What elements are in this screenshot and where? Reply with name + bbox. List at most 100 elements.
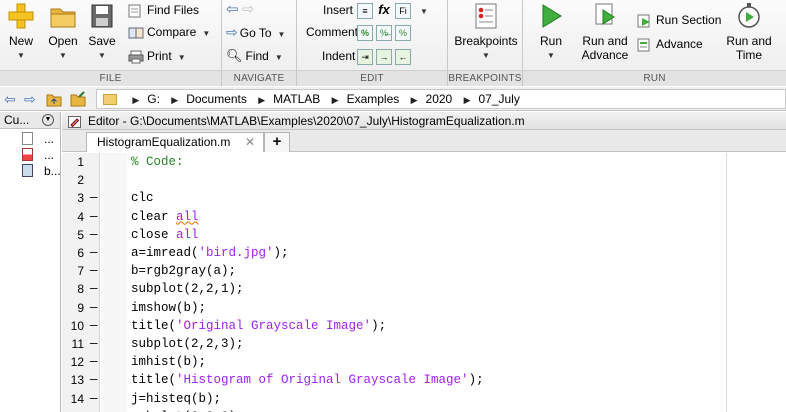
- close-icon[interactable]: ✕: [245, 133, 255, 151]
- code-token: % Code:: [131, 155, 184, 169]
- run-time-label-2: Time: [735, 48, 763, 62]
- run-section-button[interactable]: Run Section: [637, 10, 721, 30]
- breakpoint-marker[interactable]: —: [90, 390, 98, 408]
- code-line[interactable]: 11 — subplot(2,2,3);: [62, 335, 786, 353]
- breakpoints-button[interactable]: Breakpoints ▼: [454, 2, 518, 63]
- fx-icon[interactable]: fx: [376, 2, 392, 19]
- new-label: New: [8, 34, 33, 48]
- crumb-documents[interactable]: Documents: [186, 92, 247, 106]
- line-number[interactable]: 3: [62, 189, 84, 207]
- breakpoint-marker[interactable]: —: [90, 317, 98, 335]
- current-folder-title: Cu...: [4, 113, 30, 127]
- code-line[interactable]: 15 — subplot(2,2,2);: [62, 408, 786, 412]
- browse-folder-icon[interactable]: [70, 91, 86, 110]
- breakpoint-marker[interactable]: —: [90, 408, 98, 412]
- breakpoint-marker[interactable]: —: [90, 335, 98, 353]
- open-button[interactable]: Open ▼: [44, 2, 82, 63]
- find-button[interactable]: 🔍︎ Find ▼: [226, 46, 283, 66]
- breakpoint-marker[interactable]: —: [90, 226, 98, 244]
- breakpoint-marker[interactable]: —: [90, 208, 98, 226]
- percent-comment-icon[interactable]: %: [357, 24, 373, 41]
- decrease-indent-icon[interactable]: ←: [395, 48, 411, 65]
- line-number[interactable]: 10: [62, 317, 84, 335]
- crumb-examples[interactable]: Examples: [347, 92, 400, 106]
- code-line[interactable]: 12 — imhist(b);: [62, 353, 786, 371]
- run-and-time-button[interactable]: Run and Time: [723, 2, 775, 62]
- line-number[interactable]: 4: [62, 208, 84, 226]
- advance-button[interactable]: Advance: [637, 34, 703, 54]
- breakpoint-marker[interactable]: —: [90, 353, 98, 371]
- code-line[interactable]: 6 — a=imread('bird.jpg');: [62, 244, 786, 262]
- line-number[interactable]: 12: [62, 353, 84, 371]
- current-folder-header[interactable]: Cu... ▼: [0, 112, 60, 129]
- breakpoint-marker[interactable]: —: [90, 262, 98, 280]
- back-forward-nav[interactable]: ⇦ ⇨: [226, 0, 255, 20]
- code-line[interactable]: 2: [62, 171, 786, 189]
- code-line[interactable]: 9 — imshow(b);: [62, 299, 786, 317]
- address-bar: ⇦ ⇨ ▶ G: ▶ Documents ▶ MATLAB ▶ Examples ▶ 20…: [0, 87, 786, 111]
- code-line[interactable]: 13 — title('Histogram of Original Grayscal…: [62, 371, 786, 389]
- comment-button[interactable]: Comment: [306, 22, 358, 42]
- smart-indent-icon[interactable]: ⇥: [357, 48, 373, 65]
- line-number[interactable]: 2: [62, 171, 84, 189]
- print-button[interactable]: Print ▼: [128, 46, 186, 66]
- crumb-matlab[interactable]: MATLAB: [273, 92, 320, 106]
- chevron-down-icon[interactable]: ▼: [420, 7, 428, 16]
- crumb-drive[interactable]: G:: [147, 92, 160, 106]
- line-number[interactable]: 14: [62, 390, 84, 408]
- code-line[interactable]: 4 — clear all: [62, 208, 786, 226]
- code-line[interactable]: 14 — j=histeq(b);: [62, 390, 786, 408]
- breadcrumb[interactable]: ▶ G: ▶ Documents ▶ MATLAB ▶ Examples ▶ 2020 ▶…: [96, 89, 786, 109]
- line-number[interactable]: 1: [62, 153, 84, 171]
- indent-button[interactable]: Indent: [322, 46, 355, 66]
- insert-section-icon[interactable]: ≡: [357, 2, 373, 19]
- breakpoint-marker[interactable]: —: [90, 299, 98, 317]
- line-number[interactable]: 11: [62, 335, 84, 353]
- uncomment-icon[interactable]: %̶: [376, 24, 392, 41]
- line-number[interactable]: 8: [62, 280, 84, 298]
- list-item[interactable]: ...: [0, 147, 60, 163]
- wrap-comments-icon[interactable]: %: [395, 24, 411, 41]
- code-area[interactable]: 1 % Code: 2 3 — clc 4 — clear all 5 — close all 6 — a=…: [62, 153, 786, 412]
- code-token: title(: [131, 373, 177, 388]
- line-number[interactable]: 5: [62, 226, 84, 244]
- code-line[interactable]: 7 — b=rgb2gray(a);: [62, 262, 786, 280]
- forward-arrow-icon[interactable]: ⇨: [24, 91, 36, 107]
- breakpoint-marker[interactable]: —: [90, 244, 98, 262]
- line-number[interactable]: 15: [62, 408, 84, 412]
- insert-function-icon[interactable]: Fi: [395, 2, 411, 19]
- find-files-button[interactable]: Find Files: [128, 0, 199, 20]
- breakpoint-marker[interactable]: —: [90, 189, 98, 207]
- code-line[interactable]: 1 % Code:: [62, 153, 786, 171]
- new-tab-button[interactable]: +: [264, 132, 290, 152]
- breakpoint-marker[interactable]: —: [90, 371, 98, 389]
- chevron-down-icon: ▼: [274, 53, 283, 62]
- line-number[interactable]: 7: [62, 262, 84, 280]
- list-item[interactable]: ...: [0, 131, 60, 147]
- insert-button[interactable]: Insert: [323, 0, 353, 20]
- increase-indent-icon[interactable]: →: [376, 48, 392, 65]
- breakpoint-marker[interactable]: —: [90, 280, 98, 298]
- run-and-advance-button[interactable]: Run and Advance: [579, 2, 631, 62]
- back-arrow-icon[interactable]: ⇦: [4, 91, 16, 107]
- list-item[interactable]: b...: [0, 163, 60, 179]
- line-number[interactable]: 6: [62, 244, 84, 262]
- file-group: New ▼ Open ▼ Save ▼ Find Files Compare ▼ …: [0, 0, 222, 86]
- line-number[interactable]: 9: [62, 299, 84, 317]
- line-number[interactable]: 13: [62, 371, 84, 389]
- panel-menu-icon[interactable]: ▼: [42, 114, 54, 126]
- run-time-label-1: Run and: [726, 34, 772, 48]
- compare-button[interactable]: Compare ▼: [128, 22, 210, 42]
- code-line[interactable]: 8 — subplot(2,2,1);: [62, 280, 786, 298]
- new-button[interactable]: New ▼: [2, 2, 40, 63]
- crumb-07-july[interactable]: 07_July: [478, 92, 519, 106]
- code-line[interactable]: 5 — close all: [62, 226, 786, 244]
- tab-histogram-equalization[interactable]: HistogramEqualization.m ✕: [86, 132, 264, 152]
- goto-button[interactable]: ⇨ Go To ▼: [226, 22, 285, 42]
- up-folder-icon[interactable]: [46, 91, 62, 110]
- save-button[interactable]: Save ▼: [84, 2, 120, 63]
- crumb-2020[interactable]: 2020: [426, 92, 453, 106]
- code-line[interactable]: 10 — title('Original Grayscale Image');: [62, 317, 786, 335]
- run-button[interactable]: Run ▼: [531, 2, 571, 63]
- code-line[interactable]: 3 — clc: [62, 189, 786, 207]
